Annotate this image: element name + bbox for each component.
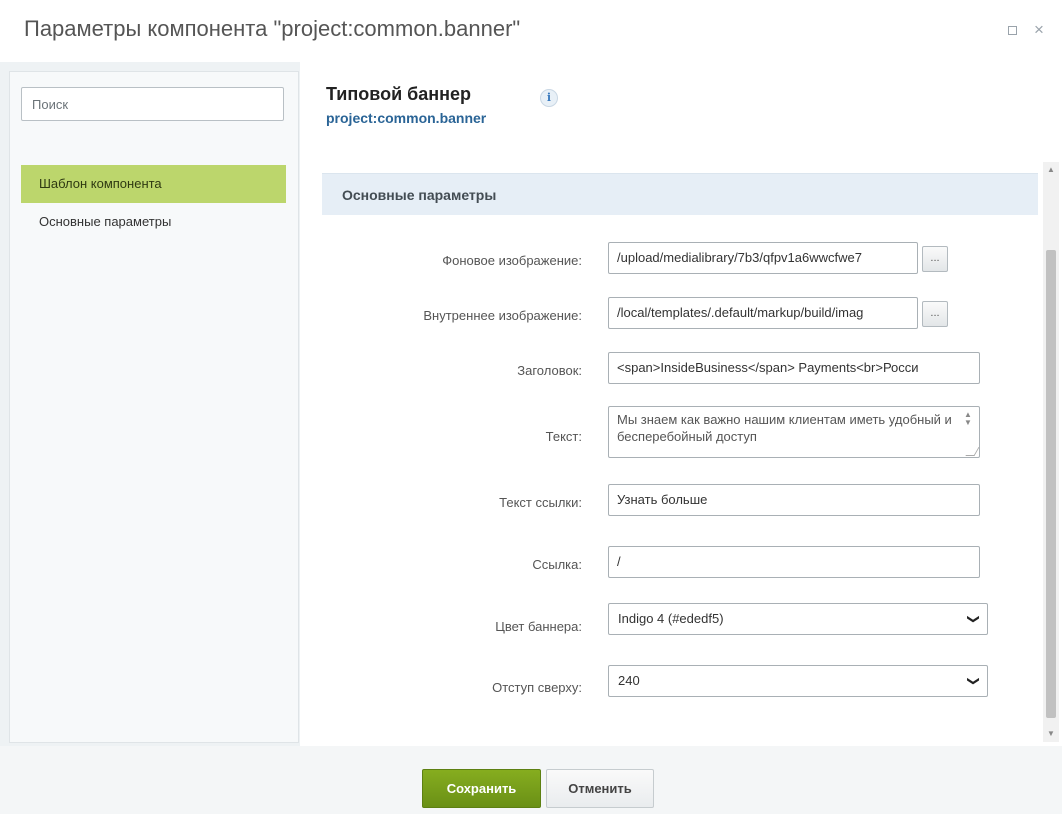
close-icon[interactable]: × [1031,21,1047,38]
top-offset-label: Отступ сверху: [492,680,582,695]
link-label: Ссылка: [532,557,582,572]
sidebar-item-main-parameters[interactable]: Основные параметры [21,203,299,241]
link-field[interactable]: / [608,546,980,578]
cancel-button[interactable]: Отменить [546,769,654,808]
search-input[interactable] [21,87,284,121]
component-parameters-dialog: Параметры компонента "project:common.ban… [0,0,1062,814]
banner-color-select[interactable]: Indigo 4 (#ededf5) ❯ [608,603,988,635]
chevron-down-icon: ❯ [966,675,981,687]
heading-label: Заголовок: [517,363,582,378]
parameters-form: Основные параметры Фоновое изображение: … [322,173,1038,746]
inner-image-field[interactable]: /local/templates/.default/markup/build/i… [608,297,918,329]
sidebar-nav: Шаблон компонента Основные параметры [21,165,299,241]
text-value: Мы знаем как важно нашим клиентам иметь … [617,412,952,444]
dialog-content: Шаблон компонента Основные параметры Тип… [0,62,1062,746]
textarea-spinner-icon[interactable]: ▲ ▼ [963,411,973,427]
component-name: Типовой баннер [326,84,472,104]
link-text-field[interactable]: Узнать больше [608,484,980,516]
link-text-label: Текст ссылки: [499,495,582,510]
text-label: Текст: [545,429,582,444]
resize-handle-icon[interactable] [965,447,979,456]
inner-image-label: Внутреннее изображение: [423,308,582,323]
text-textarea[interactable]: Мы знаем как важно нашим клиентам иметь … [608,406,980,458]
component-id: project:common.banner [326,110,487,126]
info-icon[interactable]: i [540,89,558,107]
heading-field[interactable]: <span>InsideBusiness</span> Payments<br>… [608,352,980,384]
maximize-icon[interactable] [1004,22,1020,38]
dialog-title: Параметры компонента "project:common.ban… [24,16,521,41]
banner-color-label: Цвет баннера: [495,619,582,634]
dialog-footer: Сохранить Отменить [0,746,1062,814]
chevron-down-icon: ❯ [966,613,981,625]
top-offset-value: 240 [618,673,640,688]
scroll-up-icon[interactable]: ▲ [1043,162,1059,178]
inner-image-browse-button[interactable]: ... [922,301,948,327]
vertical-scrollbar[interactable]: ▲ ▼ [1043,162,1059,742]
background-image-label: Фоновое изображение: [442,253,582,268]
top-offset-select[interactable]: 240 ❯ [608,665,988,697]
save-button[interactable]: Сохранить [422,769,541,808]
background-image-browse-button[interactable]: ... [922,246,948,272]
scroll-thumb[interactable] [1046,250,1056,718]
sidebar: Шаблон компонента Основные параметры [9,71,299,743]
section-header[interactable]: Основные параметры [322,173,1038,215]
dialog-titlebar[interactable]: Параметры компонента "project:common.ban… [0,0,1062,62]
main-panel: Типовой баннер i project:common.banner О… [300,62,1062,746]
sidebar-item-component-template[interactable]: Шаблон компонента [21,165,286,203]
banner-color-value: Indigo 4 (#ededf5) [618,611,724,626]
scroll-down-icon[interactable]: ▼ [1043,726,1059,742]
background-image-field[interactable]: /upload/medialibrary/7b3/qfpv1a6wwcfwe7 [608,242,918,274]
